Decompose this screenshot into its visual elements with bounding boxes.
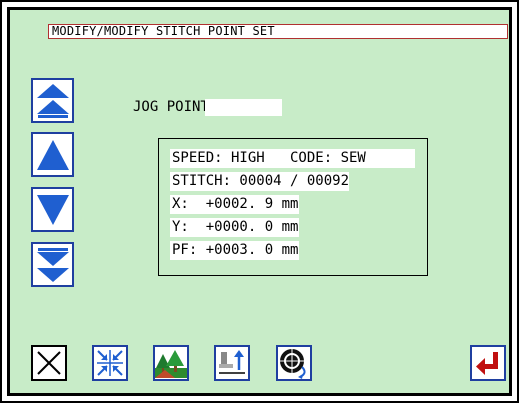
presser-foot-up-button[interactable] [214,345,250,381]
step-down-button[interactable] [31,187,74,232]
cancel-x-icon [37,351,61,375]
up-arrow-icon [36,139,69,170]
trees-landscape-icon [155,350,187,378]
center-adjust-button[interactable] [92,345,128,381]
handwheel-rotate-icon [280,349,306,379]
handwheel-button[interactable] [276,345,312,381]
speed-code-readout: SPEED: HIGH CODE: SEW [170,149,415,168]
page-down-fast-button[interactable] [31,242,74,287]
double-up-arrow-icon [36,83,69,118]
page-up-fast-button[interactable] [31,78,74,123]
jog-point-label: JOG POINT [133,99,209,115]
down-arrow-icon [36,194,69,225]
stitch-counter-readout: STITCH: 00004 / 00092 [170,172,350,191]
cancel-button[interactable] [31,345,67,381]
double-down-arrow-icon [36,247,69,282]
step-up-button[interactable] [31,132,74,177]
x-position-readout: X: +0002. 9 mm [170,195,299,214]
y-position-readout: Y: +0000. 0 mm [170,218,299,237]
enter-button[interactable] [470,345,506,381]
stitch-info-panel: SPEED: HIGH CODE: SEW STITCH: 00004 / 00… [158,138,428,276]
center-arrows-icon [97,350,123,376]
pattern-view-button[interactable] [153,345,189,381]
presser-foot-readout: PF: +0003. 0 mm [170,241,299,260]
presser-foot-up-icon [219,350,245,374]
jog-point-field [205,99,282,116]
enter-return-icon [476,352,498,375]
screen-title: MODIFY/MODIFY STITCH POINT SET [48,24,508,39]
